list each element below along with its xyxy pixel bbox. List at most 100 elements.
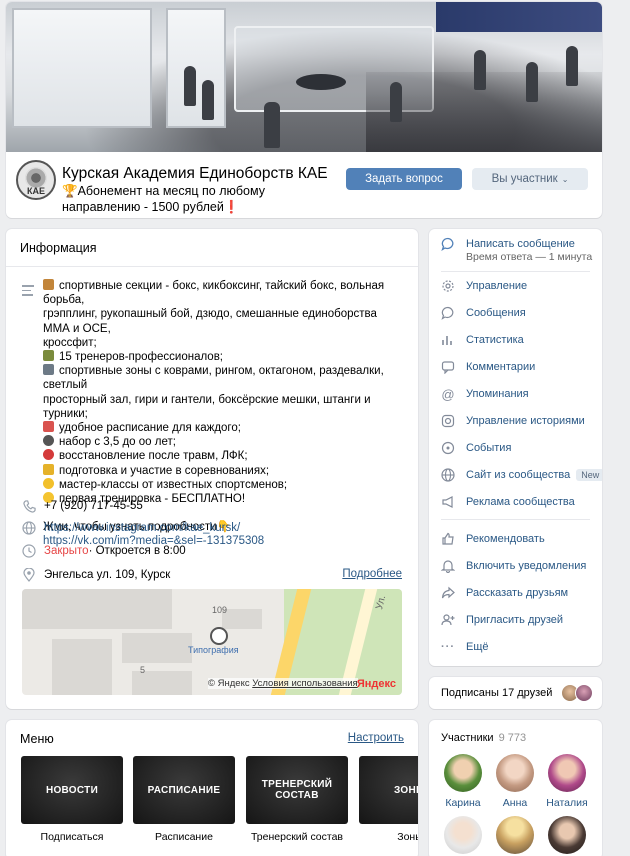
hours-row: Закрыто · Откроется в 8:00	[22, 544, 186, 558]
action-label: Включить уведомления	[466, 560, 587, 572]
menu-tile-schedule[interactable]: РАСПИСАНИЕ	[133, 756, 235, 824]
info-card: Информация спортивные секции - бокс, кик…	[6, 229, 418, 709]
menu-caption[interactable]: Расписание	[133, 831, 235, 843]
menu-tile-news[interactable]: НОВОСТИ	[21, 756, 123, 824]
action-manage[interactable]: Управление	[441, 279, 527, 293]
menu-caption[interactable]: Зоны	[359, 831, 418, 843]
action-recommend[interactable]: Рекомендовать	[441, 532, 545, 546]
map-house-number: 109	[212, 605, 228, 615]
calendar-emoji-icon	[43, 421, 54, 433]
member-name[interactable]: Карина	[438, 797, 488, 809]
members-count: 9 773	[498, 732, 527, 744]
description-line: просторный зал, гири и гантели, боксёрск…	[43, 393, 371, 420]
glove-emoji-icon	[43, 449, 54, 461]
globe-icon	[441, 468, 455, 482]
chat-icon	[441, 306, 455, 320]
action-label: Управление	[466, 280, 528, 292]
menu-caption[interactable]: Подписаться	[21, 831, 123, 843]
menu-tile-coaches[interactable]: ТРЕНЕРСКИЙ СОСТАВ	[246, 756, 348, 824]
stories-icon	[441, 414, 455, 428]
action-messages[interactable]: Сообщения	[441, 306, 526, 320]
member-name[interactable]: Наталия	[542, 797, 592, 809]
description-text: набор с 3,5 до оо лет;	[59, 436, 176, 449]
action-stories[interactable]: Управление историями	[441, 414, 585, 428]
map-location-marker[interactable]	[210, 627, 228, 645]
member-button-label: Вы участник	[491, 173, 558, 185]
description-text: 15 тренеров-профессионалов;	[59, 351, 224, 364]
website-link[interactable]: https://www.instagram.com/kae_kursk/	[44, 522, 240, 534]
member-avatar[interactable]	[496, 754, 534, 792]
member-button[interactable]: Вы участник ⌄	[472, 168, 588, 190]
address-text[interactable]: Энгельса ул. 109, Курск	[44, 569, 170, 581]
phone-row: +7 (920) 717-45-55	[22, 499, 143, 513]
yandex-logo: Яндекс	[356, 678, 396, 690]
action-label: Сайт из сообщества	[466, 469, 571, 481]
member-avatar[interactable]	[444, 816, 482, 854]
phone-number[interactable]: +7 (920) 717-45-55	[44, 500, 143, 512]
cover-window	[12, 8, 152, 128]
stats-icon	[441, 333, 455, 347]
chevron-down-icon: ⌄	[561, 174, 569, 184]
group-header: КАЕ Курская Академия Единоборств КАЕ 🏆Аб…	[6, 2, 602, 218]
action-comments[interactable]: Комментарии	[441, 360, 535, 374]
map[interactable]: 109 Типография 5 Ул. © Яндекс Условия ис…	[22, 589, 402, 695]
action-label: Пригласить друзей	[466, 614, 564, 626]
action-more[interactable]: ··· Ещё	[441, 640, 489, 654]
ask-question-button[interactable]: Задать вопрос	[346, 168, 462, 190]
action-share[interactable]: Рассказать друзьям	[441, 586, 568, 600]
action-label: Комментарии	[466, 361, 536, 373]
map-building	[22, 589, 172, 629]
address-row: Энгельса ул. 109, Курск	[22, 568, 170, 582]
description-line: восстановление после травм, ЛФК;	[43, 449, 403, 463]
friend-avatar[interactable]	[575, 684, 593, 702]
members-title: Участники	[441, 732, 494, 744]
map-building	[52, 639, 112, 695]
member-avatar[interactable]	[548, 754, 586, 792]
description-line: подготовка и участие в соревнованиях;	[43, 463, 403, 478]
friends-subscribed[interactable]: Подписаны 17 друзей	[429, 677, 602, 709]
action-stats[interactable]: Статистика	[441, 333, 524, 347]
cover-person	[184, 66, 196, 106]
action-label: События	[466, 442, 512, 454]
comments-icon	[441, 360, 455, 374]
map-building-number: 5	[140, 665, 146, 675]
hours-next: · Откроется в 8:00	[88, 545, 186, 557]
write-message-label: Написать сообщение	[466, 238, 575, 250]
description-icon	[22, 285, 34, 299]
group-avatar[interactable]: КАЕ	[16, 160, 56, 200]
gear-icon	[441, 279, 455, 293]
trophy-emoji-icon	[43, 463, 54, 475]
menu-caption[interactable]: Тренерский состав	[246, 831, 348, 843]
address-more-link[interactable]: Подробнее	[342, 568, 402, 580]
map-poi-label: Типография	[188, 645, 239, 655]
action-site[interactable]: Сайт из сообщества New	[441, 468, 602, 482]
menu-settings-link[interactable]: Настроить	[348, 732, 404, 744]
description-text: спортивные зоны с коврами, рингом, октаг…	[43, 365, 384, 392]
member-avatar[interactable]	[496, 816, 534, 854]
action-label: Управление историями	[466, 415, 585, 427]
globe-icon	[22, 521, 36, 535]
members-header[interactable]: Участники 9 773	[441, 732, 526, 744]
map-building	[122, 633, 192, 663]
action-invite[interactable]: Пригласить друзей	[441, 613, 563, 627]
action-notifications[interactable]: Включить уведомления	[441, 559, 586, 573]
action-mentions[interactable]: @ Упоминания	[441, 387, 528, 402]
member-name[interactable]: Анна	[490, 797, 540, 809]
menu-title: Меню	[20, 732, 54, 746]
building-emoji-icon	[43, 364, 54, 376]
events-icon	[441, 441, 455, 455]
description-line: спортивные секции - бокс, кикбоксинг, та…	[43, 279, 403, 307]
member-avatar[interactable]	[444, 754, 482, 792]
action-events[interactable]: События	[441, 441, 511, 455]
divider	[441, 519, 590, 520]
write-message-action[interactable]: Написать сообщение	[441, 237, 575, 251]
map-terms-link[interactable]: Условия использования	[252, 678, 357, 689]
message-bubble-icon	[441, 237, 455, 251]
star-emoji-icon	[43, 477, 54, 489]
menu-tile-zones[interactable]: ЗОНЫ	[359, 756, 418, 824]
description-line: удобное расписание для каждого;	[43, 421, 403, 435]
member-avatar[interactable]	[548, 816, 586, 854]
more-icon: ···	[441, 641, 455, 653]
action-ads[interactable]: Реклама сообщества	[441, 495, 575, 509]
cover-photo[interactable]	[6, 2, 602, 152]
